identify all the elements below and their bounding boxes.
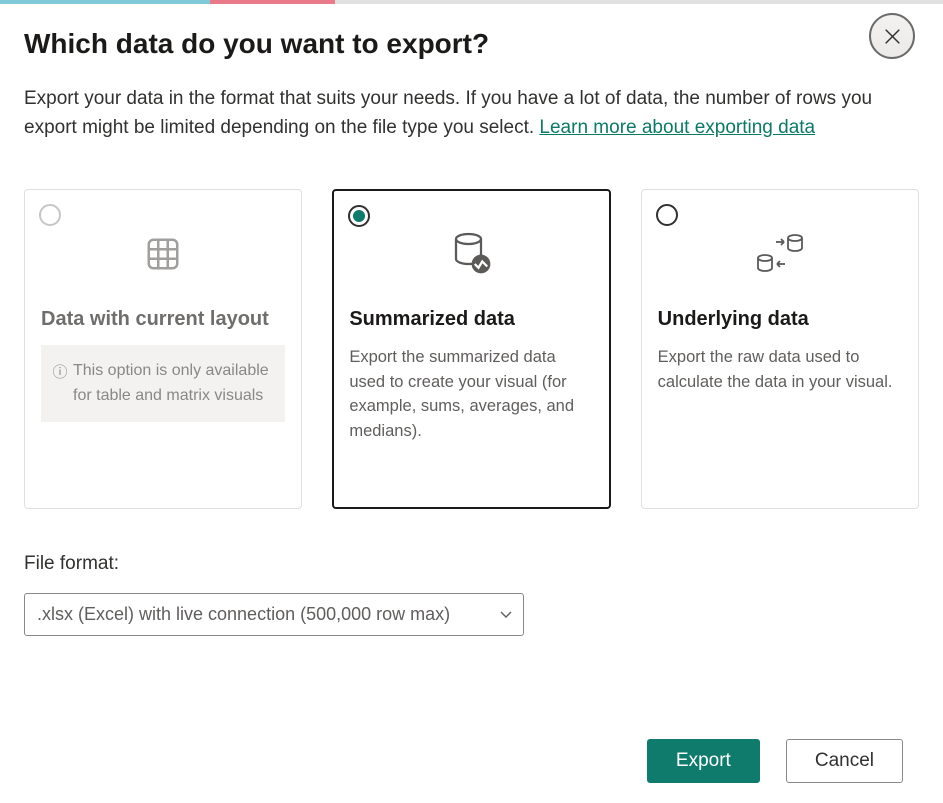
close-button[interactable] (869, 13, 915, 59)
option-current-layout: Data with current layout ⓘ This option i… (24, 189, 302, 509)
dialog-intro: Export your data in the format that suit… (24, 84, 894, 143)
close-icon (884, 28, 901, 45)
option-summarized[interactable]: Summarized data Export the summarized da… (332, 189, 610, 509)
export-dialog: Which data do you want to export? Export… (0, 0, 943, 656)
radio-current-layout (39, 204, 61, 226)
cancel-button[interactable]: Cancel (786, 739, 903, 783)
export-options: Data with current layout ⓘ This option i… (24, 189, 919, 509)
export-button[interactable]: Export (647, 739, 760, 783)
option-underlying[interactable]: Underlying data Export the raw data used… (641, 189, 919, 509)
option-disabled-note: ⓘ This option is only available for tabl… (41, 345, 285, 423)
dialog-title: Which data do you want to export? (24, 28, 919, 60)
option-title: Data with current layout (41, 308, 285, 331)
database-summary-icon (349, 214, 593, 294)
table-icon (41, 214, 285, 294)
file-format-label: File format: (24, 553, 919, 575)
radio-underlying[interactable] (656, 204, 678, 226)
info-icon: ⓘ (51, 359, 69, 409)
top-accent-bar (0, 0, 943, 4)
dialog-footer: Export Cancel (647, 739, 903, 783)
option-title: Underlying data (658, 308, 902, 331)
file-format-select[interactable]: .xlsx (Excel) with live connection (500,… (24, 593, 524, 636)
disabled-note-text: This option is only available for table … (73, 359, 273, 409)
option-title: Summarized data (349, 308, 593, 331)
learn-more-link[interactable]: Learn more about exporting data (539, 117, 815, 138)
option-desc: Export the raw data used to calculate th… (658, 345, 902, 395)
file-format-value: .xlsx (Excel) with live connection (500,… (37, 604, 450, 625)
database-transfer-icon (658, 214, 902, 294)
option-desc: Export the summarized data used to creat… (349, 345, 593, 444)
chevron-down-icon (499, 606, 513, 622)
